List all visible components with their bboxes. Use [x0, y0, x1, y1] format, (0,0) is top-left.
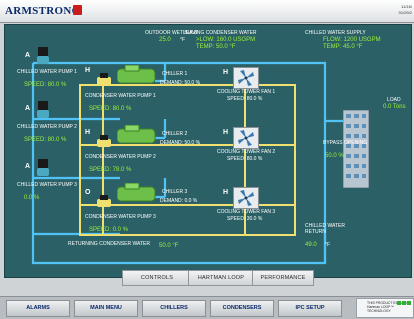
- chilled-supply-temp: TEMP: 45.0 °F: [323, 44, 363, 50]
- chilled-pump-3-mode: A: [25, 163, 31, 170]
- load-value: 0.0 Tons: [383, 104, 406, 110]
- badge-line-3: TECHNOLOGY: [367, 309, 391, 313]
- tower-2-speed: SPEED: 80.0 %: [227, 156, 263, 162]
- condenser-pump-2-speed: SPEED: 78.0 %: [89, 167, 132, 173]
- condenser-pump-1-icon[interactable]: [95, 73, 113, 89]
- status-light-icon: [397, 301, 401, 305]
- chilled-pump-3-label: CHILLED WATER PUMP 3: [17, 182, 77, 188]
- status-light-icon: [402, 301, 406, 305]
- condenser-pump-2-icon[interactable]: [95, 135, 113, 151]
- chilled-pump-2-mode: A: [25, 105, 31, 112]
- condenser-pump-1-label: CONDENSER WATER PUMP 1: [85, 93, 156, 99]
- nav-alarms[interactable]: ALARMS: [6, 300, 70, 317]
- chiller-3-label: CHILLER 3: [162, 189, 188, 195]
- condenser-pump-2-label: CONDENSER WATER PUMP 2: [85, 154, 156, 160]
- chiller-2-label: CHILLER 2: [162, 131, 188, 137]
- chilled-return-unit: °F: [325, 242, 331, 248]
- returning-condenser-value: 50.0 °F: [159, 243, 179, 249]
- chiller-1-icon[interactable]: [117, 65, 159, 87]
- nav-chillers[interactable]: CHILLERS: [142, 300, 206, 317]
- fan-icon: [238, 130, 254, 146]
- brand-logo: ARMSTRONG: [5, 5, 81, 17]
- bypass-value: 50.0 %: [325, 153, 344, 159]
- nav-main-menu[interactable]: MAIN MENU: [74, 300, 138, 317]
- chilled-pump-1-mode: A: [25, 52, 31, 59]
- condenser-pump-3-label: CONDENSER WATER PUMP 3: [85, 214, 156, 220]
- chilled-pump-1-icon[interactable]: [35, 47, 51, 67]
- tower-1-mode: H: [223, 69, 229, 76]
- brand-mark-icon: [73, 5, 82, 15]
- plant-schematic-panel: OUTDOOR WET BULB 25.0 °F LEAVING CONDENS…: [4, 24, 412, 278]
- tower-2-mode: H: [223, 129, 229, 136]
- chilled-pump-3-speed: 0.0 %: [24, 195, 40, 201]
- chiller-3-icon[interactable]: [117, 183, 159, 205]
- fan-icon: [238, 70, 254, 86]
- condenser-pump-3-speed: SPEED: 0.0 %: [89, 227, 129, 233]
- condenser-pump-2-mode: H: [85, 129, 91, 136]
- controls-button[interactable]: CONTROLS: [122, 270, 192, 286]
- header-date: 01/29/2: [398, 10, 412, 15]
- chiller-1-demand: DEMAND: 50.0 %: [160, 80, 201, 86]
- hartman-loop-badge: THIS PRODUCT EMPLOYS Hartman LOOP™ TECHN…: [356, 298, 414, 318]
- chilled-pump-1-label: CHILLED WATER PUMP 1: [17, 69, 77, 75]
- fan-icon: [238, 190, 254, 206]
- tower-3-speed: SPEED: 30.0 %: [227, 216, 263, 222]
- top-header: ARMSTRONG 11/16/ 01/29/2: [0, 0, 414, 23]
- tower-3-label: COOLING TOWER FAN 3: [217, 209, 276, 215]
- chilled-pump-1-speed: SPEED: 80.0 %: [24, 82, 67, 88]
- returning-condenser-label: RETURNING CONDENSER WATER: [68, 241, 150, 247]
- chilled-supply-label: CHILLED WATER SUPPLY: [305, 30, 366, 36]
- tower-2-label: COOLING TOWER FAN 2: [217, 149, 276, 155]
- chilled-pump-2-icon[interactable]: [35, 101, 51, 121]
- outdoor-wet-bulb-unit: °F: [180, 37, 186, 43]
- chiller-2-icon[interactable]: [117, 125, 159, 147]
- cooling-tower-1[interactable]: [233, 67, 259, 89]
- chiller-3-demand: DEMAND: 0.0 %: [160, 198, 198, 204]
- condenser-pump-3-icon[interactable]: [95, 195, 113, 211]
- load-label: LOAD: [387, 97, 401, 103]
- chiller-1-label: CHILLER 1: [162, 71, 188, 77]
- building-icon: [343, 110, 369, 188]
- bypass-label: BYPASS OPENING: [323, 140, 368, 146]
- chilled-supply-flow: FLOW: 1200 USGPM: [323, 37, 381, 43]
- header-datetime: 11/16/ 01/29/2: [399, 4, 412, 16]
- condenser-pump-1-mode: H: [85, 67, 91, 74]
- chilled-pump-2-speed: SPEED: 80.0 %: [24, 137, 67, 143]
- tower-1-speed: SPEED: 80.0 %: [227, 96, 263, 102]
- tower-3-mode: H: [223, 189, 229, 196]
- tower-1-label: COOLING TOWER FAN 1: [217, 89, 276, 95]
- leaving-condenser-flow: >LOW: 160.0 USGPM: [196, 37, 256, 43]
- nav-ipc-setup[interactable]: IPC SETUP: [278, 300, 342, 317]
- chilled-return-label: CHILLED WATER RETURN: [305, 223, 346, 235]
- cooling-tower-3[interactable]: [233, 187, 259, 209]
- chiller-2-demand: DEMAND: 50.0 %: [160, 140, 201, 146]
- performance-button[interactable]: PERFORMANCE: [252, 270, 314, 286]
- outdoor-wet-bulb-value: 25.0: [159, 37, 171, 43]
- status-light-icon: [407, 301, 411, 305]
- nav-condensers[interactable]: CONDENSERS: [210, 300, 274, 317]
- hartman-loop-button[interactable]: HARTMAN LOOP: [188, 270, 254, 286]
- leaving-condenser-label: LEAVING CONDENSER WATER: [183, 30, 257, 36]
- chilled-pump-2-label: CHILLED WATER PUMP 2: [17, 124, 77, 130]
- condenser-pump-3-mode: O: [85, 189, 91, 196]
- cooling-tower-2[interactable]: [233, 127, 259, 149]
- leaving-condenser-temp: TEMP: 50.0 °F: [196, 44, 236, 50]
- condenser-pump-1-speed: SPEED: 80.0 %: [89, 106, 132, 112]
- chilled-return-value: 49.0: [305, 242, 317, 248]
- chilled-pump-3-icon[interactable]: [35, 159, 51, 179]
